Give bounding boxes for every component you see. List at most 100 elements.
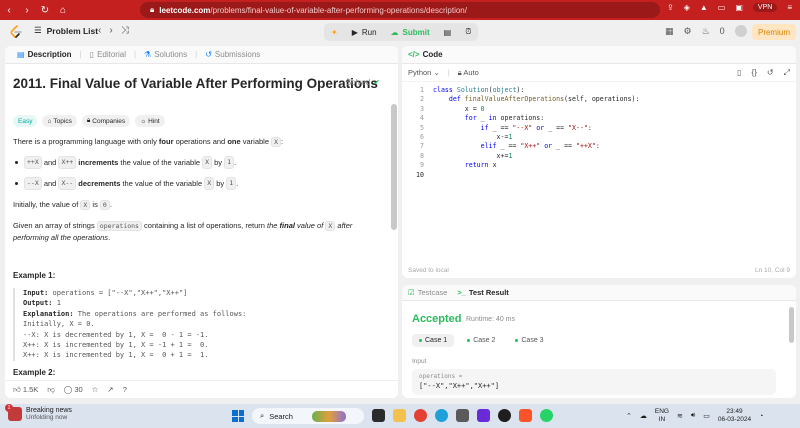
- timer-button[interactable]: ⏰︎: [458, 23, 478, 41]
- chrome-icon[interactable]: [414, 409, 427, 422]
- text-bold: decrements: [78, 179, 121, 188]
- premium-button[interactable]: Premium: [752, 24, 796, 40]
- chevron-up-icon[interactable]: ⌃: [626, 412, 632, 420]
- dislike-button[interactable]: 👎︎: [47, 385, 55, 395]
- task-view-icon[interactable]: [372, 409, 385, 422]
- news-widget[interactable]: 1 Breaking news Unfolding now: [5, 404, 72, 421]
- notification-icon[interactable]: ◔: [759, 413, 763, 420]
- windows-start-icon[interactable]: [232, 410, 244, 422]
- favorite-button[interactable]: ☆: [92, 385, 99, 394]
- fire-icon[interactable]: ♨: [702, 26, 710, 37]
- media-player-icon[interactable]: [498, 409, 511, 422]
- description-tabbar: ▤ Description | ▯ Editorial | ⚗ Solutions |…: [5, 46, 398, 64]
- code-editor[interactable]: 1 class Solution(object): 2 def finalValu…: [402, 86, 796, 180]
- submit-button[interactable]: ☁ Submit: [384, 23, 437, 41]
- braces-icon[interactable]: {}: [752, 68, 757, 78]
- battery-icon[interactable]: ▭: [703, 412, 710, 420]
- tab-submissions[interactable]: ↺ Submissions: [201, 50, 264, 59]
- auto-mode[interactable]: 🔒︎ Auto: [458, 68, 479, 78]
- inline-code: X: [271, 137, 282, 147]
- like-button[interactable]: 👍︎ 1.5K: [13, 385, 38, 395]
- menu-icon[interactable]: ≡: [787, 3, 792, 12]
- inline-code: X: [325, 221, 336, 231]
- result-status: Accepted: [412, 313, 462, 325]
- description-scrollbar[interactable]: [391, 104, 397, 230]
- share-button[interactable]: ↗: [107, 385, 113, 394]
- news-badge: 1: [5, 404, 13, 412]
- reset-icon[interactable]: ↺: [767, 68, 774, 78]
- layout-icon[interactable]: ▦: [665, 26, 674, 37]
- share-icon[interactable]: ⇪: [667, 3, 674, 12]
- tab-code[interactable]: Code: [423, 50, 443, 59]
- brave-shield-icon[interactable]: ◈: [684, 3, 690, 12]
- brave-icon[interactable]: [519, 409, 532, 422]
- code-text: x-=1: [433, 132, 513, 141]
- input-language[interactable]: ENG IN: [655, 408, 669, 424]
- play-icon: ▶: [351, 27, 358, 37]
- rewards-icon[interactable]: ▲: [700, 3, 708, 12]
- companies-tag[interactable]: 🔒︎ Companies: [81, 115, 131, 127]
- avatar[interactable]: [734, 25, 747, 37]
- back-icon[interactable]: ‹: [0, 5, 18, 16]
- forward-icon[interactable]: ›: [18, 5, 36, 16]
- editor-status: Saved to local Ln 10, Col 9: [408, 267, 790, 274]
- sidebar-icon[interactable]: ▭: [718, 3, 726, 12]
- wallet-icon[interactable]: ▣: [735, 3, 743, 12]
- tab-editorial[interactable]: ▯ Editorial: [86, 50, 130, 59]
- help-button[interactable]: ?: [123, 385, 127, 394]
- reload-icon[interactable]: ↻: [36, 5, 54, 16]
- fullscreen-icon[interactable]: ⤢: [784, 68, 790, 78]
- explanation-line: X++: X is incremented by 1, X = -1 + 1 =…: [23, 341, 209, 350]
- url-path: /problems/final-value-of-variable-after-…: [210, 5, 467, 15]
- tab-description[interactable]: ▤ Description: [13, 50, 76, 59]
- vpn-button[interactable]: VPN: [752, 3, 778, 12]
- code-line: 2 def finalValueAfterOperations(self, op…: [412, 95, 796, 104]
- shuffle-icon[interactable]: ⤨: [121, 25, 129, 36]
- hint-tag[interactable]: ☼ Hint: [135, 115, 165, 127]
- leetcode-logo-icon[interactable]: [9, 25, 23, 39]
- edge-icon[interactable]: [435, 409, 448, 422]
- inline-code: X--: [58, 177, 77, 190]
- tab-solutions[interactable]: ⚗ Solutions: [140, 50, 191, 59]
- case-tab-3[interactable]: Case 3: [508, 334, 550, 347]
- input-box: operations = ["--X","X++","X++"]: [412, 369, 776, 395]
- text: and: [41, 179, 59, 188]
- address-bar[interactable]: 🔒︎ leetcode.com/problems/final-value-of-…: [140, 2, 660, 18]
- code-text: elif _ == "X++" or _ == "++X":: [480, 142, 600, 151]
- case-tab-1[interactable]: Case 1: [412, 334, 455, 347]
- comments-button[interactable]: ◯ 30: [64, 385, 83, 394]
- code-line: 9 return x: [412, 161, 796, 170]
- tab-test-result[interactable]: >_ Test Result: [457, 288, 508, 297]
- problem-list-button[interactable]: ☰ Problem List: [34, 25, 98, 36]
- page-title[interactable]: 2011. Final Value of Variable After Perf…: [13, 76, 390, 91]
- code-text: if _ == "--X" or _ == "X--":: [480, 123, 592, 132]
- lock-icon: 🔒︎: [457, 67, 462, 77]
- tab-label: Description: [27, 50, 72, 59]
- whatsapp-icon[interactable]: [540, 409, 553, 422]
- onedrive-icon[interactable]: ☁: [640, 412, 647, 420]
- case-tab-2[interactable]: Case 2: [460, 334, 502, 347]
- lang-code: ENG: [654, 408, 669, 415]
- run-button[interactable]: ▶ Run: [345, 23, 384, 41]
- debug-button[interactable]: ✦: [324, 23, 345, 41]
- home-icon[interactable]: ⌂: [54, 5, 72, 16]
- bookmark-icon[interactable]: ▯: [737, 68, 741, 78]
- file-explorer-icon[interactable]: [393, 409, 406, 422]
- settings-icon[interactable]: ⚙: [684, 26, 692, 37]
- notes-button[interactable]: ▤: [437, 23, 459, 41]
- topics-tag[interactable]: ⌂ Topics: [42, 115, 77, 127]
- result-scrollbar[interactable]: [789, 307, 794, 343]
- language-select[interactable]: Python ⌄: [408, 68, 440, 77]
- inline-code: 0: [99, 200, 110, 210]
- store-icon[interactable]: [456, 409, 469, 422]
- browser-toolbar: ‹ › ↻ ⌂ 🔒︎ leetcode.com/problems/final-v…: [0, 0, 800, 20]
- clock[interactable]: 23:49 06-03-2024: [718, 408, 751, 424]
- next-problem-icon[interactable]: ›: [109, 25, 112, 36]
- wifi-icon[interactable]: ≋: [677, 412, 683, 420]
- volume-icon[interactable]: 🔊︎: [691, 412, 695, 420]
- taskbar-search[interactable]: ⌕ Search: [252, 408, 364, 424]
- tab-testcase[interactable]: ☑ Testcase: [408, 288, 447, 297]
- code-text: x = 0: [433, 104, 485, 113]
- jetbrains-icon[interactable]: [477, 409, 490, 422]
- prev-problem-icon[interactable]: ‹: [98, 25, 101, 36]
